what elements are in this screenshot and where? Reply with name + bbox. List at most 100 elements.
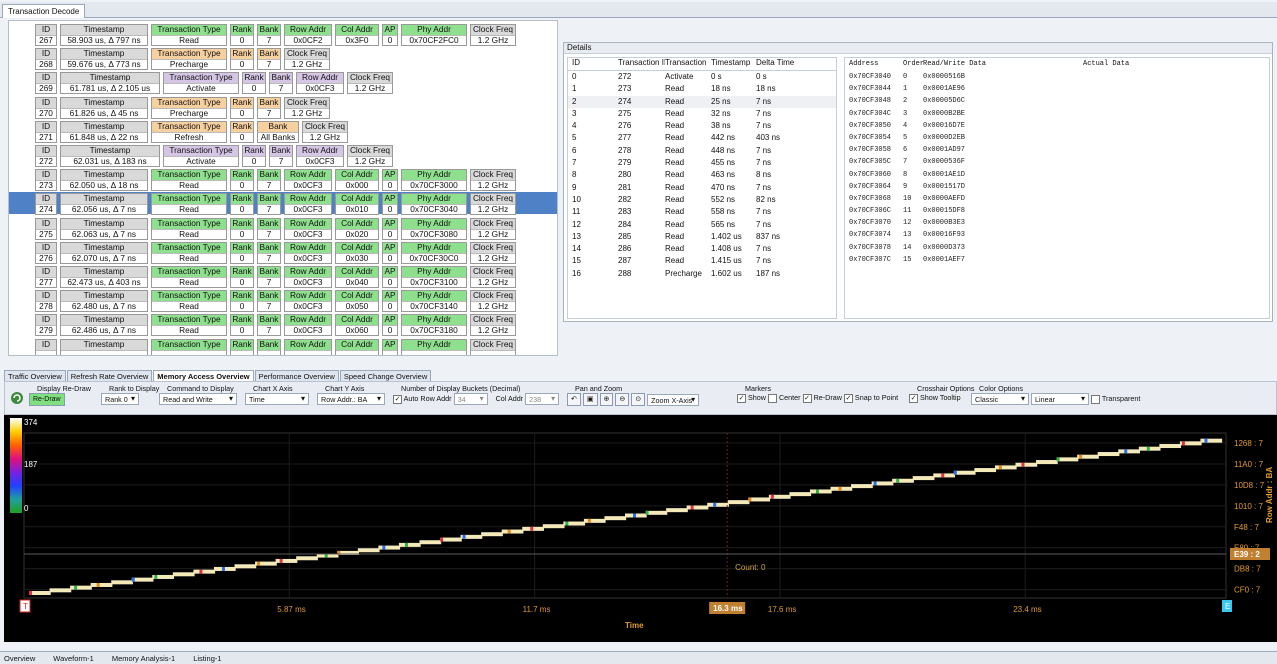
transaction-row[interactable]: ID 277 Timestamp 62.473 us, Δ 403 ns Transac… (35, 265, 555, 288)
markers-center-checkbox[interactable] (767, 393, 777, 403)
transaction-row[interactable]: ID 279 Timestamp 62.486 us, Δ 7 ns Transacti… (35, 313, 555, 337)
data-row[interactable]: 0x70CF305C 7 0x0000536F (845, 156, 1269, 168)
field-bank: Bank 7 (257, 169, 281, 192)
data-row[interactable]: 0x70CF3070 12 0x0000B3E3 (845, 217, 1269, 229)
transaction-row[interactable]: ID 275 Timestamp 62.063 us, Δ 7 ns Transacti… (35, 217, 555, 240)
data-row[interactable]: 0x70CF3044 1 0x0001AE96 (845, 83, 1269, 95)
data-row[interactable]: 0x70CF3058 6 0x0001AD97 (845, 144, 1269, 156)
field-row: Row Addr 0x0CF3 (284, 266, 332, 288)
details-row[interactable]: 15 287 Read 1.415 us 7 ns (568, 255, 836, 267)
status-tab[interactable]: Listing-1 (189, 654, 221, 663)
transaction-row[interactable]: ID 274 Timestamp 62.056 us, Δ 7 ns Transacti… (9, 192, 557, 216)
status-tab[interactable]: Memory Analysis-1 (108, 654, 175, 663)
data-segment (789, 492, 812, 497)
data-row[interactable]: 0x70CF3078 14 0x0000D373 (845, 242, 1269, 254)
details-row[interactable]: 2 274 Read 25 ns 7 ns (568, 95, 836, 108)
snap-to-point-checkbox[interactable]: ✓ (843, 393, 853, 403)
color-scale-select[interactable]: Linear (1031, 393, 1089, 405)
command-select[interactable]: Read and Write (159, 393, 237, 405)
row-addr-input[interactable]: 34 (453, 393, 488, 405)
field-type: Transaction Type Read (151, 290, 227, 313)
auto-checkbox[interactable]: ✓ (393, 394, 402, 404)
tab-speed-change-overview[interactable]: Speed Change Overview (339, 370, 432, 381)
cursor-y-label: E39 : 2 (1234, 550, 1260, 559)
data-row[interactable]: 0x70CF3050 4 0x00016D7E (845, 120, 1269, 132)
details-row[interactable]: 12 284 Read 565 ns 7 ns (568, 219, 836, 231)
transaction-row[interactable]: ID 276 Timestamp 62.070 us, Δ 7 ns Transacti… (35, 241, 555, 264)
data-row[interactable]: 0x70CF3064 9 0x0001517D (845, 181, 1269, 193)
details-col-header[interactable]: Transaction (665, 58, 711, 70)
data-row[interactable]: 0x70CF3060 8 0x0001AE1D (845, 169, 1269, 181)
transaction-row[interactable]: ID 278 Timestamp 62.480 us, Δ 7 ns Transacti… (35, 289, 555, 313)
details-row[interactable]: 6 278 Read 448 ns 7 ns (568, 145, 836, 157)
data-row[interactable]: 0x70CF3068 10 0x0000AEFD (845, 193, 1269, 205)
memory-access-chart[interactable]: 1268 : 7 11A0 : 7 10D8 : 7 1010 : 7 F48 : 7 E… (4, 415, 1277, 642)
redraw-icon[interactable] (9, 390, 25, 408)
transaction-row[interactable]: ID 269 Timestamp 61.781 us, Δ 2.105 us Trans… (35, 71, 555, 95)
details-col-header[interactable]: ID (568, 58, 598, 70)
field-row: Row Addr 0x0CF3 (284, 217, 332, 240)
details-row[interactable]: 13 285 Read 1.402 us 837 ns (568, 231, 836, 243)
details-row[interactable]: 8 280 Read 463 ns 8 ns (568, 169, 836, 181)
tab-transaction-decode[interactable]: Transaction Decode (2, 4, 86, 18)
data-point (633, 513, 636, 518)
details-row[interactable]: 7 279 Read 455 ns 7 ns (568, 157, 836, 169)
data-row[interactable]: 0x70CF3074 13 0x00016F93 (845, 229, 1269, 241)
show-tooltip-checkbox[interactable]: ✓ (909, 393, 918, 403)
transaction-row[interactable]: ID 273 Timestamp 62.050 us, Δ 18 ns Transact… (35, 168, 555, 192)
data-segment (70, 585, 92, 590)
details-col-header[interactable]: Timestamp (711, 58, 756, 70)
zoom-axis-select[interactable]: Zoom X-Axis (647, 393, 700, 406)
transaction-row[interactable]: ID 272 Timestamp 62.031 us, Δ 183 ns Transac… (35, 144, 555, 167)
data-row[interactable]: 0x70CF3040 0 0x0000516B (845, 71, 1269, 83)
data-point (748, 497, 752, 502)
details-row[interactable]: 10 282 Read 552 ns 82 ns (568, 194, 836, 206)
tab-traffic-overview[interactable]: Traffic Overview (4, 370, 66, 381)
undo-zoom-icon[interactable]: ↶ (567, 393, 581, 406)
field-id: ID 270 (35, 96, 57, 119)
reset-zoom-icon[interactable]: ▣ (582, 393, 598, 406)
details-row[interactable]: 1 273 Read 18 ns 18 ns (568, 83, 836, 95)
transaction-row[interactable]: ID 267 Timestamp 58.903 us, Δ 797 ns Transac… (35, 23, 555, 46)
transaction-row[interactable]: ID 271 Timestamp 61.848 us, Δ 22 ns Transact… (35, 120, 555, 143)
details-row[interactable]: 11 283 Read 558 ns 7 ns (568, 206, 836, 218)
field-id: ID 273 (35, 169, 57, 192)
markers-redraw-checkbox[interactable]: ✓ (802, 393, 812, 403)
data-segment (296, 556, 318, 561)
data-row[interactable]: 0x70CF307C 15 0x0001AEF7 (845, 254, 1269, 266)
details-row[interactable]: 16 288 Precharge 1.602 us 187 ns (568, 268, 836, 280)
color-scheme-select[interactable]: Classic (971, 393, 1029, 405)
transaction-row[interactable]: ID Timestamp Transaction Type Rank Bank Row A… (35, 338, 555, 355)
x-axis-select[interactable]: Time (245, 393, 309, 405)
tab-refresh-rate-overview[interactable]: Refresh Rate Overview (66, 370, 153, 381)
tab-memory-access-overview[interactable]: Memory Access Overview (153, 370, 254, 381)
details-row[interactable]: 3 275 Read 32 ns 7 ns (568, 108, 836, 120)
rank-select[interactable]: Rank 0 (101, 393, 139, 405)
data-row[interactable]: 0x70CF3054 5 0x0000D2EB (845, 132, 1269, 144)
details-row[interactable]: 0 272 Activate 0 s0 s (568, 71, 836, 83)
details-col-header[interactable]: Transaction ID (598, 58, 665, 70)
details-row[interactable]: 4 276 Read 38 ns 7 ns (568, 120, 836, 132)
field-ts: Timestamp 61.848 us, Δ 22 ns (60, 120, 148, 143)
transparent-checkbox[interactable] (1091, 394, 1100, 404)
details-row[interactable]: 5 277 Read 442 ns 403 ns (568, 132, 836, 144)
y-axis-select[interactable]: Row Addr.: BA (317, 393, 385, 405)
data-row[interactable]: 0x70CF306C 11 0x00015DF8 (845, 205, 1269, 217)
tab-performance-overview[interactable]: Performance Overview (254, 370, 339, 381)
status-tab[interactable]: Waveform-1 (49, 654, 94, 663)
field-bank: Bank 7 (257, 193, 281, 216)
transaction-row[interactable]: ID 268 Timestamp 59.676 us, Δ 773 ns Transac… (35, 47, 555, 71)
zoom-out-icon[interactable]: ⊖ (615, 393, 630, 406)
redraw-button[interactable]: Re-Draw (29, 393, 65, 406)
transaction-row[interactable]: ID 270 Timestamp 61.826 us, Δ 45 ns Transact… (35, 96, 555, 119)
zoom-in-icon[interactable]: ⊕ (599, 393, 614, 406)
data-row[interactable]: 0x70CF3048 2 0x00005D6C (845, 95, 1269, 107)
zoom-fit-icon[interactable]: ⊙ (631, 393, 646, 406)
details-col-header[interactable]: Delta Time (756, 58, 796, 70)
markers-show-checkbox[interactable]: ✓ (737, 393, 746, 403)
details-row[interactable]: 14 286 Read 1.408 us 7 ns (568, 243, 836, 255)
col-addr-input[interactable]: 238 (525, 393, 560, 405)
data-row[interactable]: 0x70CF304C 3 0x0000B2BE (845, 108, 1269, 120)
details-row[interactable]: 9 281 Read 470 ns 7 ns (568, 182, 836, 194)
status-tab[interactable]: Overview (0, 654, 35, 663)
